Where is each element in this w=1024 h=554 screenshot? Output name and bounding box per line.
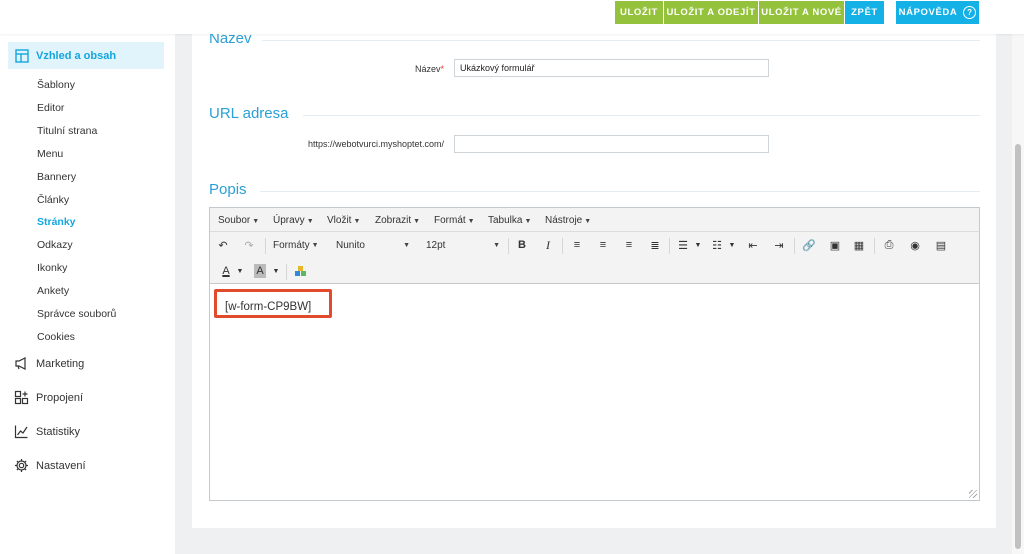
sidebar-sub-links[interactable]: Odkazy [37, 239, 73, 251]
top-action-bar: ULOŽIT ULOŽIT A ODEJÍT ULOŽIT A NOVÉ ZPĚ… [0, 0, 1024, 34]
help-button[interactable]: NÁPOVĚDA ? [896, 1, 979, 24]
separator [508, 238, 509, 254]
preview-eye-icon[interactable]: ◉ [908, 238, 922, 252]
sidebar-sub-file-manager[interactable]: Správce souborů [37, 308, 116, 320]
sidebar-sub-homepage[interactable]: Titulní strana [37, 125, 97, 137]
sidebar-sub-icons[interactable]: Ikonky [37, 262, 67, 274]
editor-menubar: Soubor ▼ Úpravy ▼ Vložit ▼ Zobrazit ▼ Formát… [210, 208, 979, 232]
sidebar-item-label: Nastavení [36, 459, 86, 472]
menu-edit[interactable]: Úpravy ▼ [273, 215, 314, 226]
sidebar-item-integrations[interactable]: Propojení [14, 390, 83, 405]
sidebar-sub-articles[interactable]: Články [37, 194, 69, 206]
gallery-icon[interactable]: ▦ [852, 238, 866, 252]
sidebar-item-appearance[interactable]: Vzhled a obsah [8, 42, 164, 69]
chevron-down-icon[interactable]: ▼ [236, 264, 244, 278]
section-title-description: Popis [209, 181, 247, 198]
sidebar-sub-pages[interactable]: Stránky [37, 216, 76, 228]
sidebar-sub-editor[interactable]: Editor [37, 102, 64, 114]
font-size-dropdown[interactable]: 12pt ▼ [426, 240, 500, 251]
sidebar-item-label: Marketing [36, 357, 85, 370]
rich-text-editor: Soubor ▼ Úpravy ▼ Vložit ▼ Zobrazit ▼ Formát… [209, 207, 980, 501]
link-icon[interactable]: 🔗 [802, 238, 816, 252]
chevron-down-icon[interactable]: ▼ [728, 238, 736, 252]
separator [562, 238, 563, 254]
sidebar-sub-banners[interactable]: Bannery [37, 171, 76, 183]
sidebar-sub-templates[interactable]: Šablony [37, 79, 75, 91]
gear-icon [15, 459, 28, 472]
numbered-list-icon[interactable]: ☷ [710, 238, 724, 252]
color-palette-icon[interactable] [295, 266, 306, 277]
page-scrollbar[interactable] [1012, 34, 1024, 554]
italic-icon[interactable]: I [541, 238, 555, 252]
indent-icon[interactable]: ⇥ [772, 238, 786, 252]
sidebar-item-marketing[interactable]: Marketing [14, 356, 84, 371]
sidebar-item-label: Vzhled a obsah [36, 49, 117, 62]
menu-format[interactable]: Formát ▼ [434, 215, 475, 226]
help-circle-icon: ? [963, 6, 977, 19]
text-color-icon[interactable]: A [220, 264, 232, 278]
back-button[interactable]: ZPĚT [845, 1, 884, 24]
print-icon[interactable]: ⎙ [882, 238, 896, 252]
help-label: NÁPOVĚDA [898, 7, 958, 18]
layout-icon [15, 48, 29, 63]
menu-file[interactable]: Soubor ▼ [218, 215, 259, 226]
menu-insert[interactable]: Vložit ▼ [327, 215, 360, 226]
separator [874, 238, 875, 254]
align-left-icon[interactable]: ≡ [570, 238, 584, 252]
required-mark: * [440, 64, 444, 74]
save-and-exit-button[interactable]: ULOŽIT A ODEJÍT [664, 1, 758, 24]
chevron-down-icon[interactable]: ▼ [272, 264, 280, 278]
separator [265, 238, 266, 254]
editor-toolbar: ↶ ↷ Formáty ▼ Nunito ▼ 12pt ▼ B I ≡ ≡ ≡ ≣ ☰… [210, 232, 979, 284]
background-color-icon[interactable]: A [254, 264, 266, 278]
url-input[interactable] [454, 135, 769, 153]
redo-icon[interactable]: ↷ [242, 238, 256, 252]
sidebar-sub-polls[interactable]: Ankety [37, 285, 69, 297]
name-input[interactable]: Ukázkový formulář [454, 59, 769, 77]
editor-content-area[interactable]: [w-form-CP9BW] [210, 285, 979, 500]
sidebar-item-label: Statistiky [36, 425, 81, 438]
divider [260, 191, 980, 192]
align-justify-icon[interactable]: ≣ [648, 238, 662, 252]
label-text: Název [414, 64, 441, 74]
chart-icon [14, 425, 28, 439]
chevron-down-icon[interactable]: ▼ [694, 238, 702, 252]
url-prefix-label: https://webotvurci.myshoptet.com/ [307, 139, 444, 149]
menu-view[interactable]: Zobrazit ▼ [375, 215, 420, 226]
menu-table[interactable]: Tabulka ▼ [488, 215, 531, 226]
divider [303, 115, 980, 116]
menu-tools[interactable]: Nástroje ▼ [545, 215, 591, 226]
bullet-list-icon[interactable]: ☰ [676, 238, 690, 252]
separator [286, 264, 287, 280]
outdent-icon[interactable]: ⇤ [746, 238, 760, 252]
sidebar-sub-menu[interactable]: Menu [37, 148, 63, 160]
scrollbar-thumb[interactable] [1015, 144, 1021, 549]
undo-icon[interactable]: ↶ [216, 238, 230, 252]
bold-icon[interactable]: B [515, 238, 529, 252]
save-and-new-button[interactable]: ULOŽIT A NOVÉ [759, 1, 844, 24]
sidebar-item-settings[interactable]: Nastavení [14, 458, 86, 473]
separator [794, 238, 795, 254]
sidebar-item-label: Propojení [36, 391, 84, 404]
megaphone-icon [15, 357, 26, 370]
sidebar-sub-cookies[interactable]: Cookies [37, 331, 75, 343]
divider [262, 40, 980, 41]
save-button[interactable]: ULOŽIT [615, 1, 663, 24]
image-search-icon[interactable]: ▣ [828, 238, 842, 252]
formats-dropdown[interactable]: Formáty ▼ [273, 240, 319, 251]
section-title-url: URL adresa [209, 105, 289, 122]
name-field-label: Název* [380, 64, 444, 74]
form-shortcode[interactable]: [w-form-CP9BW] [225, 301, 311, 313]
sidebar: Vzhled a obsah Šablony Editor Titulní st… [0, 34, 175, 554]
align-right-icon[interactable]: ≡ [622, 238, 636, 252]
media-icon[interactable]: ▤ [934, 238, 948, 252]
align-center-icon[interactable]: ≡ [596, 238, 610, 252]
font-family-dropdown[interactable]: Nunito ▼ [336, 240, 410, 251]
grid-plus-icon [14, 390, 29, 405]
separator [669, 238, 670, 254]
resize-handle[interactable] [969, 490, 977, 498]
sidebar-item-statistics[interactable]: Statistiky [14, 424, 80, 439]
